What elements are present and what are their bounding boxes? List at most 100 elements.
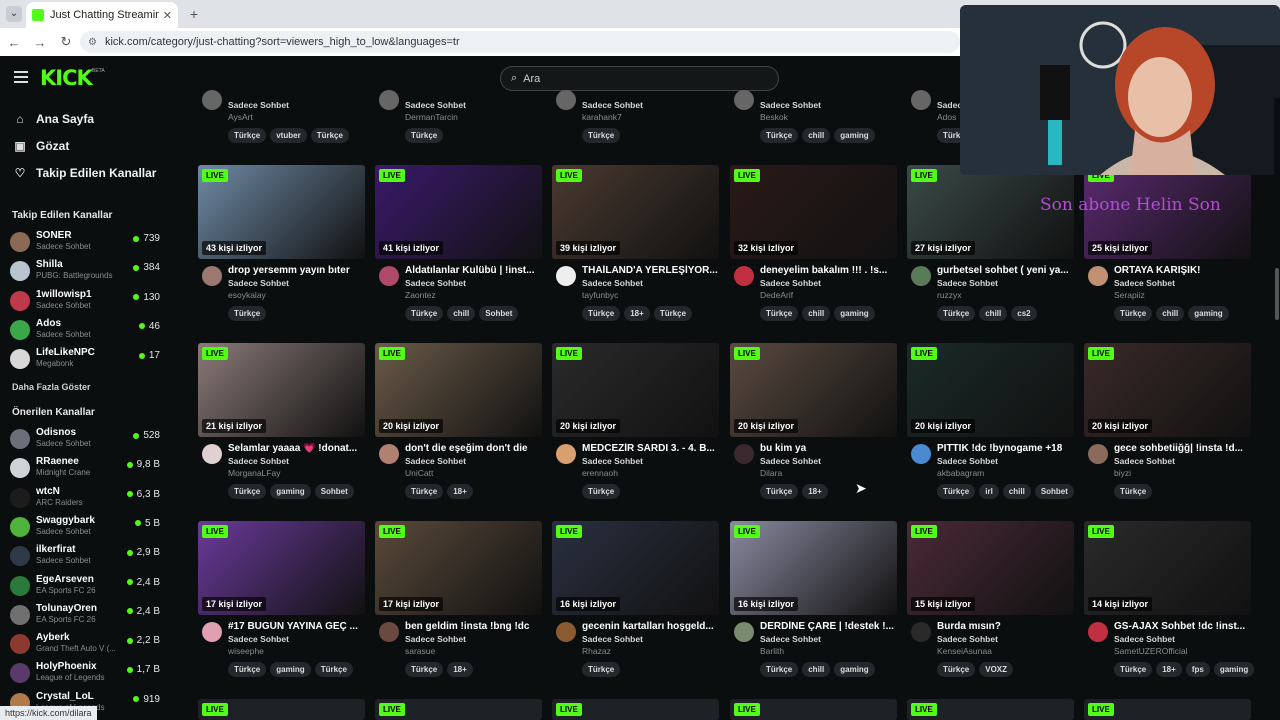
streamer-name[interactable]: erennaoh: [582, 468, 618, 478]
stream-title[interactable]: gurbetsel sohbet ( yeni ya...: [937, 265, 1074, 276]
tag-chip[interactable]: gaming: [1213, 662, 1255, 677]
tag-chip[interactable]: Türkçe: [405, 662, 444, 677]
stream-title[interactable]: Aldatılanlar Kulübü | !inst...: [405, 265, 542, 276]
tag-chip[interactable]: chill: [447, 306, 476, 321]
stream-card-partial[interactable]: Sadece Sohbet DermanTarcin Türkçe: [375, 90, 542, 156]
tag-chip[interactable]: Türkçe: [228, 128, 267, 143]
tag-chip[interactable]: gaming: [834, 306, 875, 321]
stream-category[interactable]: Sadece Sohbet: [582, 634, 643, 644]
tag-chip[interactable]: Sohbet: [1034, 484, 1074, 499]
streamer-name[interactable]: Beskok: [760, 112, 788, 122]
stream-title[interactable]: ben geldim !insta !bng !dc: [405, 621, 542, 632]
streamer-avatar[interactable]: [1088, 444, 1108, 464]
stream-title[interactable]: DERDİNE ÇARE | !destek !...: [760, 621, 897, 632]
streamer-name[interactable]: ruzzyx: [937, 290, 962, 300]
stream-thumbnail[interactable]: LIVE 20 kişi izliyor: [1084, 343, 1251, 437]
tag-chip[interactable]: Sohbet: [314, 484, 354, 499]
stream-title[interactable]: GS-AJAX Sohbet !dc !inst...: [1114, 621, 1251, 632]
tag-chip[interactable]: Türkçe: [760, 128, 799, 143]
streamer-avatar[interactable]: [379, 266, 399, 286]
tag-chip[interactable]: chill: [1156, 306, 1185, 321]
streamer-name[interactable]: DermanTarcin: [405, 112, 458, 122]
browser-tab[interactable]: Just Chatting Streaming - Live S ✕: [26, 2, 178, 28]
streamer-name[interactable]: KenseiAsunaa: [937, 646, 992, 656]
stream-thumbnail[interactable]: LIVE 43 kişi izliyor: [198, 165, 365, 259]
tag-chip[interactable]: Türkçe: [653, 306, 693, 321]
tag-chip[interactable]: gaming: [834, 662, 875, 677]
tag-chip[interactable]: chill: [802, 128, 831, 143]
streamer-avatar[interactable]: [911, 622, 931, 642]
stream-category[interactable]: Sadece Sohbet: [405, 634, 466, 644]
stream-category[interactable]: Sadece Sohbet: [405, 278, 466, 288]
streamer-avatar[interactable]: [556, 622, 576, 642]
streamer-name[interactable]: AysArt: [228, 112, 253, 122]
stream-category[interactable]: Sadece Sohbet: [228, 278, 289, 288]
stream-category[interactable]: Sadece Sohbet: [1114, 278, 1175, 288]
streamer-avatar[interactable]: [911, 444, 931, 464]
stream-category[interactable]: Sadece Sohbet: [760, 100, 821, 110]
forward-icon[interactable]: →: [28, 35, 52, 50]
tab-search-icon[interactable]: ⌄: [6, 6, 22, 22]
stream-thumbnail[interactable]: LIVE 39 kişi izliyor: [552, 165, 719, 259]
tag-chip[interactable]: Türkçe: [1114, 662, 1153, 677]
streamer-name[interactable]: biyzi: [1114, 468, 1131, 478]
tag-chip[interactable]: Türkçe: [582, 306, 621, 321]
stream-thumbnail[interactable]: LIVE 17 kişi izliyor: [375, 521, 542, 615]
stream-thumbnail[interactable]: LIVE 20 kişi izliyor: [375, 343, 542, 437]
sidebar-channel[interactable]: EgeArseven EA Sports FC 26 2,4 B: [10, 573, 160, 599]
sidebar-channel[interactable]: SONER Sadece Sohbet 739: [10, 229, 160, 255]
sidebar-channel[interactable]: Shilla PUBG: Battlegrounds 384: [10, 258, 160, 284]
close-tab-icon[interactable]: ✕: [163, 9, 172, 22]
sidebar-channel[interactable]: HolyPhoenix League of Legends 1,7 B: [10, 660, 160, 686]
stream-card-partial[interactable]: Sadece Sohbet Beskok Türkçe chill gaming: [730, 90, 897, 156]
tag-chip[interactable]: 18+: [624, 306, 650, 321]
streamer-avatar[interactable]: [202, 444, 222, 464]
scrollbar-thumb[interactable]: [1275, 268, 1279, 320]
stream-category[interactable]: Sadece Sohbet: [937, 634, 998, 644]
stream-category[interactable]: Sadece Sohbet: [405, 100, 466, 110]
sidebar-channel[interactable]: Ados Sadece Sohbet 46: [10, 317, 160, 343]
tag-chip[interactable]: Türkçe: [760, 484, 799, 499]
sidebar-channel[interactable]: RRaenee Midnight Crane 9,8 B: [10, 455, 160, 481]
stream-title[interactable]: ORTAYA KARIŞIK!: [1114, 265, 1251, 276]
tag-chip[interactable]: Türkçe: [937, 484, 976, 499]
stream-category[interactable]: Sadece Sohbet: [937, 278, 998, 288]
tag-chip[interactable]: gaming: [270, 662, 311, 677]
streamer-name[interactable]: Zaontez: [405, 290, 436, 300]
nav-home[interactable]: ⌂ Ana Sayfa: [12, 112, 94, 126]
stream-thumbnail[interactable]: LIVE 32 kişi izliyor: [730, 165, 897, 259]
streamer-name[interactable]: wiseephe: [228, 646, 264, 656]
page-scrollbar[interactable]: [1274, 98, 1280, 720]
site-info-icon[interactable]: ⚙: [88, 37, 97, 48]
streamer-name[interactable]: MorganaLFay: [228, 468, 280, 478]
streamer-avatar[interactable]: [202, 266, 222, 286]
streamer-avatar[interactable]: [734, 444, 754, 464]
stream-title[interactable]: Selamlar yaaaa 💗 !donat...: [228, 443, 365, 454]
stream-category[interactable]: Sadece Sohbet: [760, 634, 821, 644]
stream-category[interactable]: Sadece Sohbet: [1114, 456, 1175, 466]
tag-chip[interactable]: chill: [1002, 484, 1031, 499]
sidebar-channel[interactable]: ilkerfirat Sadece Sohbet 2,9 B: [10, 543, 160, 569]
sidebar-channel[interactable]: 1willowisp1 Sadece Sohbet 130: [10, 288, 160, 314]
sidebar-channel[interactable]: wtcN ARC Raiders 6,3 B: [10, 485, 160, 511]
stream-category[interactable]: Sadece Sohbet: [228, 634, 289, 644]
streamer-name[interactable]: sarasue: [405, 646, 435, 656]
stream-thumbnail[interactable]: LIVE 16 kişi izliyor: [730, 521, 897, 615]
tag-chip[interactable]: Türkçe: [582, 484, 621, 499]
stream-thumbnail-partial[interactable]: LIVE: [1084, 699, 1251, 720]
stream-thumbnail[interactable]: LIVE 15 kişi izliyor: [907, 521, 1074, 615]
streamer-avatar[interactable]: [1088, 622, 1108, 642]
stream-thumbnail[interactable]: LIVE 14 kişi izliyor: [1084, 521, 1251, 615]
streamer-avatar[interactable]: [556, 444, 576, 464]
tag-chip[interactable]: Türkçe: [228, 662, 267, 677]
streamer-avatar[interactable]: [734, 622, 754, 642]
stream-thumbnail-partial[interactable]: LIVE: [375, 699, 542, 720]
stream-title[interactable]: MEDCEZİR SARDI 3. - 4. B...: [582, 443, 719, 454]
kick-logo[interactable]: KICK: [40, 66, 93, 90]
sidebar-channel[interactable]: LifeLikeNPC Megabonk 17: [10, 346, 160, 372]
streamer-name[interactable]: Barlith: [760, 646, 784, 656]
streamer-name[interactable]: Ados: [937, 112, 956, 122]
stream-thumbnail-partial[interactable]: LIVE: [552, 699, 719, 720]
streamer-name[interactable]: akbabagram: [937, 468, 984, 478]
streamer-name[interactable]: tayfunbyc: [582, 290, 618, 300]
